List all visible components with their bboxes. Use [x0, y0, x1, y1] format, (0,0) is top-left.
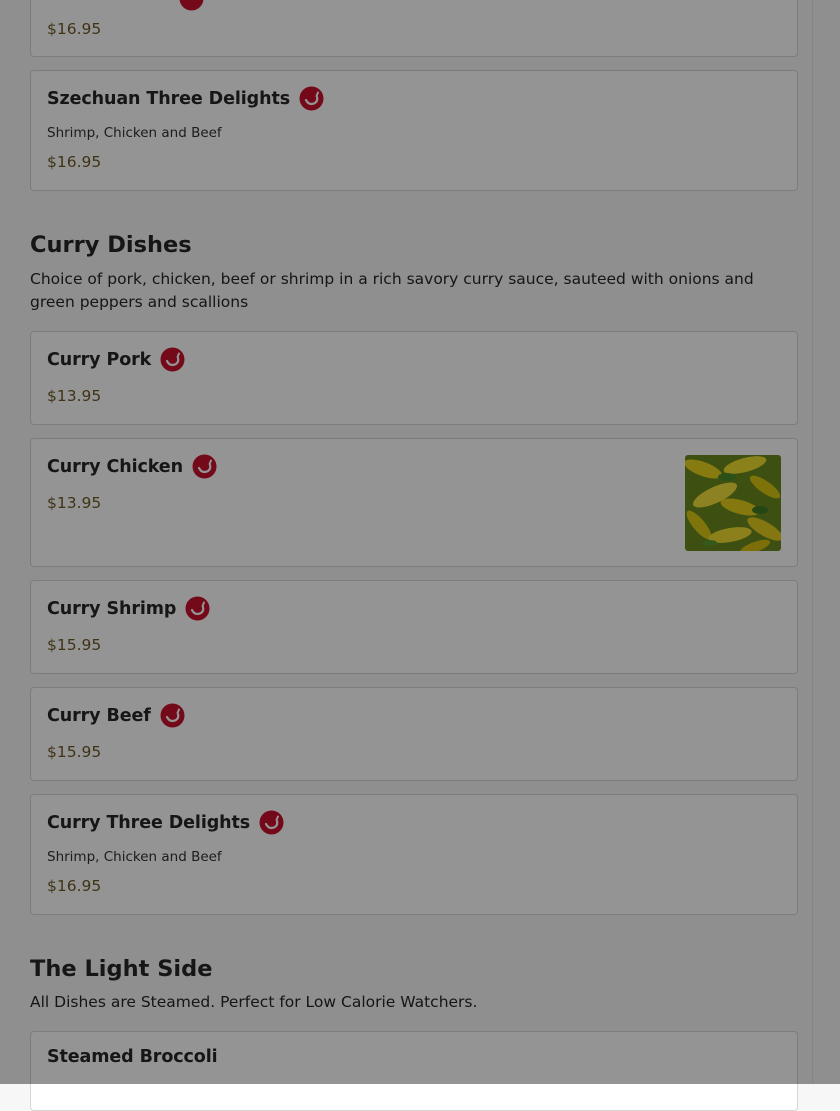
section-description: Choice of pork, chicken, beef or shrimp … [30, 270, 754, 311]
item-description: Shrimp, Chicken and Beef [47, 125, 222, 141]
section-title: Curry Dishes [30, 232, 192, 258]
spicy-pepper-icon [192, 454, 217, 479]
menu-content: $16.95 Szechuan Three Delights Shrimp, C… [0, 0, 812, 1111]
spicy-pepper-icon [179, 0, 204, 11]
spicy-pepper-icon [299, 86, 324, 111]
item-name: Curry Beef [47, 705, 151, 726]
item-name: Steamed Broccoli [47, 1047, 218, 1067]
menu-item-card[interactable]: Steamed Broccoli [30, 1031, 798, 1111]
menu-item-card[interactable]: Curry Pork $13.95 [30, 331, 798, 425]
menu-item-card[interactable]: Curry Shrimp $15.95 [30, 580, 798, 674]
item-price: $13.95 [47, 387, 102, 405]
menu-item-card[interactable]: Szechuan Three Delights Shrimp, Chicken … [30, 70, 798, 191]
spicy-pepper-icon [185, 596, 210, 621]
item-price: $15.95 [47, 636, 102, 654]
section-title: The Light Side [30, 956, 213, 982]
spicy-pepper-icon [160, 703, 185, 728]
item-name: Curry Chicken [47, 456, 183, 477]
spicy-pepper-icon [259, 810, 284, 835]
item-price: $13.95 [47, 494, 102, 512]
section-description: All Dishes are Steamed. Perfect for Low … [30, 993, 478, 1011]
item-description: Shrimp, Chicken and Beef [47, 849, 222, 865]
item-name: Curry Shrimp [47, 598, 177, 619]
curry-chicken-photo[interactable] [685, 455, 781, 551]
item-price: $16.95 [47, 153, 102, 171]
spicy-pepper-icon [160, 347, 185, 372]
item-price: $15.95 [47, 743, 102, 761]
item-name: Curry Three Delights [47, 812, 251, 833]
menu-item-card[interactable]: $16.95 [30, 0, 798, 57]
menu-item-card[interactable]: Curry Beef $15.95 [30, 687, 798, 781]
menu-item-card[interactable]: Curry Chicken $13.95 [30, 438, 798, 567]
scrollbar[interactable] [812, 0, 840, 1084]
item-price: $16.95 [47, 20, 102, 38]
item-price: $16.95 [47, 877, 102, 895]
item-name: Szechuan Three Delights [47, 88, 291, 109]
menu-item-card[interactable]: Curry Three Delights Shrimp, Chicken and… [30, 794, 798, 915]
item-name: Curry Pork [47, 349, 152, 370]
